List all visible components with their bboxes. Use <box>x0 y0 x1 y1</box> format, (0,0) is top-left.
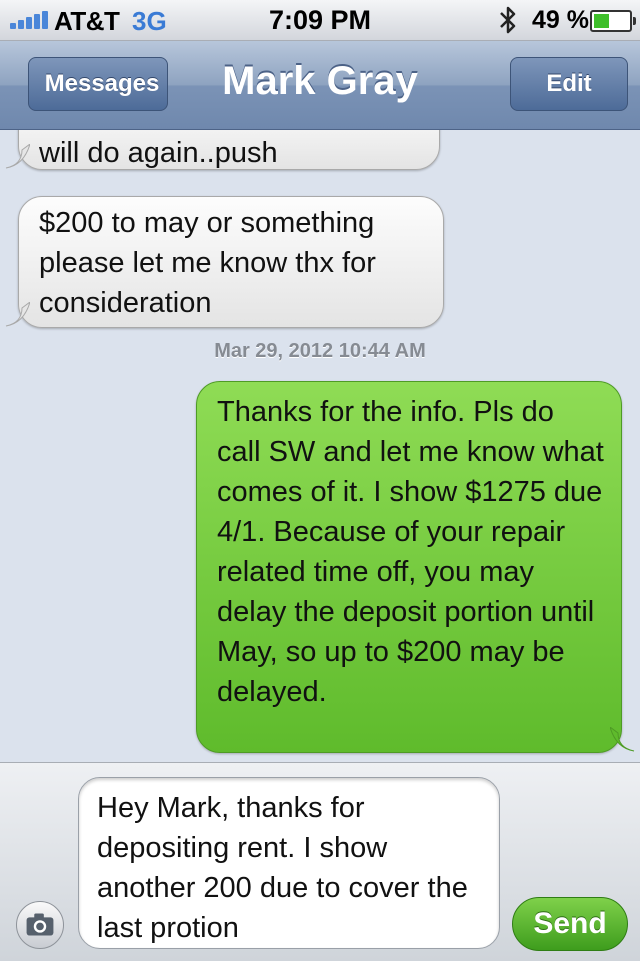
bubble-tail <box>5 144 30 169</box>
draft-text: Hey Mark, thanks for depositing rent. I … <box>97 792 468 944</box>
send-button-label: Send <box>533 907 607 940</box>
battery-percent: 49 % <box>532 6 589 34</box>
edit-button-label: Edit <box>546 70 592 97</box>
message-input[interactable]: Hey Mark, thanks for depositing rent. I … <box>78 777 500 949</box>
navigation-bar: Messages Mark Gray Edit <box>0 41 640 130</box>
status-bar: AT&T 3G 7:09 PM 49 % <box>0 0 640 41</box>
camera-button[interactable] <box>16 901 64 949</box>
incoming-message-bubble[interactable]: $200 to may or something please let me k… <box>18 196 444 328</box>
message-text: $200 to may or something please let me k… <box>39 207 376 319</box>
bubble-tail <box>5 302 30 327</box>
outgoing-message-bubble[interactable]: Thanks for the info. Pls do call SW and … <box>196 381 622 753</box>
bluetooth-icon <box>500 6 516 34</box>
edit-button[interactable]: Edit <box>510 57 628 111</box>
bubble-tail <box>610 727 635 752</box>
battery-icon <box>590 10 636 32</box>
incoming-message-bubble[interactable]: will do again..push <box>18 130 440 170</box>
message-timestamp: Mar 29, 2012 10:44 AM <box>214 340 426 362</box>
message-text: will do again..push <box>39 137 278 169</box>
message-thread[interactable]: will do again..push $200 to may or somet… <box>0 130 640 762</box>
send-button[interactable]: Send <box>512 897 628 951</box>
compose-bar: Hey Mark, thanks for depositing rent. I … <box>0 762 640 961</box>
camera-icon <box>26 913 54 936</box>
message-text: Thanks for the info. Pls do call SW and … <box>217 396 604 708</box>
